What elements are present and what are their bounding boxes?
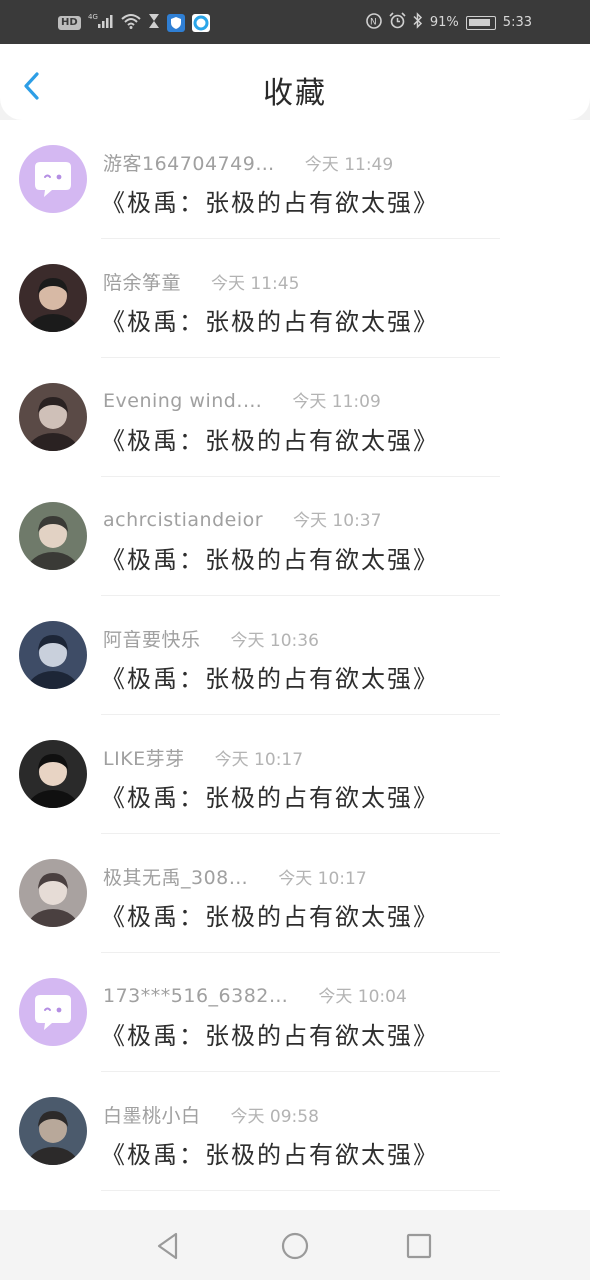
username[interactable]: Evening wind.…	[103, 390, 262, 412]
list-item[interactable]: Evening wind.… 今天 11:09 《极禹：张极的占有欲太强》	[0, 358, 590, 477]
chat-bubble-icon	[19, 145, 87, 213]
wifi-icon	[121, 13, 141, 33]
list-item[interactable]: achrcistiandeior 今天 10:37 《极禹：张极的占有欲太强》	[0, 477, 590, 596]
item-meta: 游客164704749… 今天 11:49	[103, 149, 393, 175]
chat-bubble-icon	[19, 978, 87, 1046]
book-title[interactable]: 《极禹：张极的占有欲太强》	[101, 659, 439, 694]
browser-app-icon	[191, 14, 210, 32]
profile-photo	[19, 383, 87, 451]
book-title[interactable]: 《极禹：张极的占有欲太强》	[101, 302, 439, 337]
profile-photo	[19, 1097, 87, 1165]
triangle-back-icon	[157, 1232, 178, 1260]
username[interactable]: 陪余筝童	[103, 268, 181, 295]
profile-photo	[19, 264, 87, 332]
avatar[interactable]	[19, 859, 87, 927]
default-chat-avatar[interactable]	[19, 978, 87, 1046]
list-item[interactable]: 阿音要快乐 今天 10:36 《极禹：张极的占有欲太强》	[0, 596, 590, 715]
username[interactable]: 白墨桃小白	[103, 1101, 201, 1128]
book-title[interactable]: 《极禹：张极的占有欲太强》	[101, 1135, 439, 1170]
item-meta: 173***516_6382… 今天 10:04	[103, 982, 407, 1008]
list-item[interactable]: 173***516_6382… 今天 10:04 《极禹：张极的占有欲太强》	[0, 953, 590, 1072]
avatar[interactable]	[19, 502, 87, 570]
list-item[interactable]: 白墨桃小白 今天 09:58 《极禹：张极的占有欲太强》	[0, 1072, 590, 1191]
book-title[interactable]: 《极禹：张极的占有欲太强》	[101, 778, 439, 813]
profile-photo	[19, 502, 87, 570]
square-recents-icon	[406, 1233, 432, 1259]
book-title[interactable]: 《极禹：张极的占有欲太强》	[101, 183, 439, 218]
circle-home-icon	[281, 1232, 309, 1260]
hourglass-icon	[148, 13, 160, 33]
timestamp: 今天 11:45	[211, 274, 300, 294]
svg-text:N: N	[370, 17, 377, 27]
username[interactable]: 173***516_6382…	[103, 985, 288, 1007]
avatar[interactable]	[19, 264, 87, 332]
book-title[interactable]: 《极禹：张极的占有欲太强》	[101, 1016, 439, 1051]
item-meta: 极其无禹_308… 今天 10:17	[103, 863, 367, 889]
timestamp: 今天 09:58	[230, 1107, 319, 1127]
hd-icon: HD	[58, 16, 81, 30]
profile-photo	[19, 621, 87, 689]
list-item[interactable]: 游客164704749… 今天 11:49 《极禹：张极的占有欲太强》	[0, 120, 590, 239]
battery-percent: 91%	[429, 15, 459, 30]
item-meta: achrcistiandeior 今天 10:37	[103, 506, 381, 532]
avatar[interactable]	[19, 740, 87, 808]
item-meta: 白墨桃小白 今天 09:58	[103, 1101, 319, 1127]
app-header: 收藏	[0, 44, 590, 120]
timestamp: 今天 10:36	[230, 631, 319, 651]
alarm-icon	[389, 12, 406, 33]
timestamp: 今天 11:49	[304, 155, 394, 175]
battery-icon	[465, 15, 496, 30]
status-right: N 91% 5:33	[366, 12, 532, 33]
list-item[interactable]: 极其无禹_308… 今天 10:17 《极禹：张极的占有欲太强》	[0, 834, 590, 953]
shield-app-icon	[166, 14, 185, 32]
default-chat-avatar[interactable]	[19, 145, 87, 213]
profile-photo	[19, 740, 87, 808]
avatar[interactable]	[19, 1097, 87, 1165]
item-meta: Evening wind.… 今天 11:09	[103, 387, 381, 413]
system-nav-bar	[0, 1210, 590, 1280]
username[interactable]: 极其无禹_308…	[103, 863, 248, 890]
item-meta: 阿音要快乐 今天 10:36	[103, 625, 319, 651]
status-left: HD 4G	[58, 12, 210, 34]
status-bar: HD 4G N 91% 5:33	[0, 0, 590, 44]
username[interactable]: 游客164704749…	[103, 149, 275, 176]
avatar[interactable]	[19, 621, 87, 689]
timestamp: 今天 11:09	[292, 392, 381, 412]
nav-home-button[interactable]	[277, 1228, 313, 1264]
nav-back-button[interactable]	[150, 1228, 186, 1264]
timestamp: 今天 10:37	[293, 511, 382, 531]
page-title: 收藏	[263, 76, 327, 111]
item-meta: 陪余筝童 今天 11:45	[103, 268, 299, 294]
bluetooth-icon	[413, 12, 423, 33]
signal-icon: 4G	[88, 12, 114, 34]
username[interactable]: achrcistiandeior	[103, 509, 263, 531]
item-meta: LIKE芽芽 今天 10:17	[103, 744, 303, 770]
username[interactable]: LIKE芽芽	[103, 744, 185, 771]
divider	[101, 1190, 500, 1191]
svg-text:4G: 4G	[88, 13, 98, 21]
timestamp: 今天 10:04	[318, 987, 407, 1007]
timestamp: 今天 10:17	[278, 869, 367, 889]
book-title[interactable]: 《极禹：张极的占有欲太强》	[101, 897, 439, 932]
avatar[interactable]	[19, 383, 87, 451]
book-title[interactable]: 《极禹：张极的占有欲太强》	[101, 421, 439, 456]
list-item[interactable]: 陪余筝童 今天 11:45 《极禹：张极的占有欲太强》	[0, 239, 590, 358]
username[interactable]: 阿音要快乐	[103, 625, 201, 652]
favorites-list: 游客164704749… 今天 11:49 《极禹：张极的占有欲太强》 陪余筝童 今天 …	[0, 120, 590, 1210]
nfc-icon: N	[366, 12, 382, 33]
list-item[interactable]: LIKE芽芽 今天 10:17 《极禹：张极的占有欲太强》	[0, 715, 590, 834]
profile-photo	[19, 859, 87, 927]
book-title[interactable]: 《极禹：张极的占有欲太强》	[101, 540, 439, 575]
clock: 5:33	[502, 15, 532, 30]
timestamp: 今天 10:17	[214, 750, 304, 770]
nav-recents-button[interactable]	[401, 1228, 437, 1264]
